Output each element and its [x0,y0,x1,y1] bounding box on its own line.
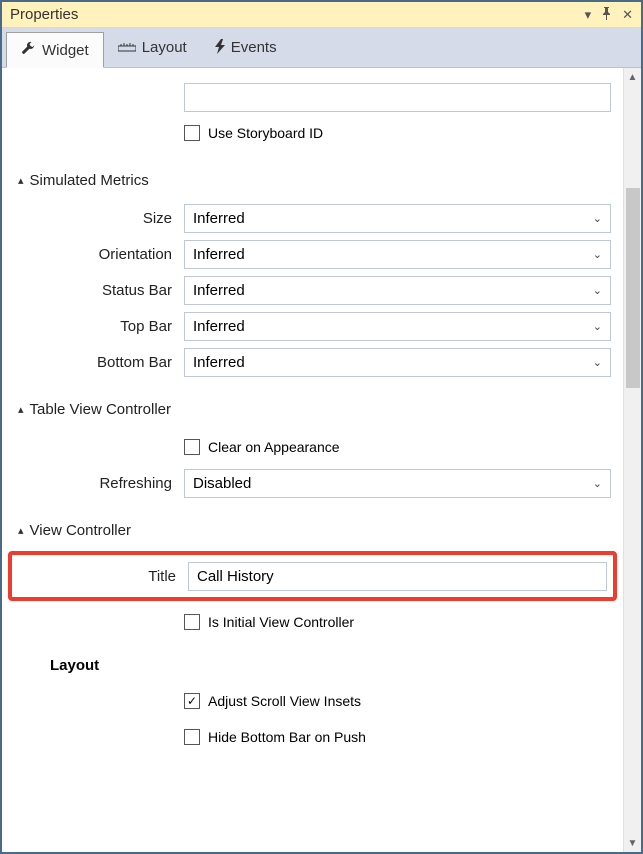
properties-panel: Properties ▾ ✕ Widget Layout Events [0,0,643,854]
row-title: Title [18,561,607,591]
size-label: Size [14,210,184,227]
checkbox-hide-bottom[interactable]: Hide Bottom Bar on Push [184,729,611,745]
topbar-label: Top Bar [14,318,184,335]
storyboard-id-label: Use Storyboard ID [208,125,323,141]
checkbox-adjust-scroll[interactable]: ✓ Adjust Scroll View Insets [184,693,611,709]
row-refreshing: Refreshing Disabled ⌄ [14,468,611,498]
row-size: Size Inferred ⌄ [14,203,611,233]
clear-appearance-label: Clear on Appearance [208,439,340,455]
refreshing-value: Disabled [193,475,251,492]
row-topbar: Top Bar Inferred ⌄ [14,311,611,341]
checkbox-icon [184,439,200,455]
chevron-down-icon: ⌄ [593,320,602,333]
checkbox-clear-appearance[interactable]: Clear on Appearance [184,439,611,455]
checkbox-icon [184,125,200,141]
ruler-icon [118,40,136,56]
panel-title: Properties [10,6,585,23]
row-initial-vc: Is Initial View Controller [14,607,611,637]
scroll-up-icon[interactable]: ▲ [624,68,641,86]
titlebar-buttons: ▾ ✕ [585,7,633,23]
checkbox-initial-vc[interactable]: Is Initial View Controller [184,614,611,630]
bottombar-label: Bottom Bar [14,354,184,371]
tab-layout[interactable]: Layout [104,28,201,67]
section-table-view-controller[interactable]: ▴ Table View Controller [14,383,611,426]
tab-events[interactable]: Events [201,28,291,67]
collapse-icon: ▴ [18,403,24,416]
refreshing-select[interactable]: Disabled ⌄ [184,469,611,498]
titlebar: Properties ▾ ✕ [2,2,641,28]
chevron-down-icon: ⌄ [593,212,602,225]
chevron-down-icon: ⌄ [593,284,602,297]
topbar-value: Inferred [193,318,245,335]
row-adjust-scroll: ✓ Adjust Scroll View Insets [14,686,611,716]
section-tvc-label: Table View Controller [30,401,171,418]
row-clear-appearance: Clear on Appearance [14,432,611,462]
statusbar-value: Inferred [193,282,245,299]
pin-icon[interactable] [601,7,612,23]
title-input[interactable] [188,562,607,591]
close-icon[interactable]: ✕ [622,7,633,23]
row-hide-bottom: Hide Bottom Bar on Push [14,722,611,752]
scroll-down-icon[interactable]: ▼ [624,834,641,852]
collapse-icon: ▴ [18,524,24,537]
chevron-down-icon: ⌄ [593,356,602,369]
section-simulated-metrics[interactable]: ▴ Simulated Metrics [14,154,611,197]
bottombar-value: Inferred [193,354,245,371]
section-view-controller[interactable]: ▴ View Controller [14,504,611,547]
chevron-down-icon: ⌄ [593,477,602,490]
adjust-scroll-label: Adjust Scroll View Insets [208,693,361,709]
row-orientation: Orientation Inferred ⌄ [14,239,611,269]
scroll-thumb[interactable] [626,188,640,388]
lightning-icon [215,39,225,57]
scrollbar[interactable]: ▲ ▼ [623,68,641,852]
row-storyboard-id: Use Storyboard ID [14,118,611,148]
section-vc-label: View Controller [30,522,131,539]
content-wrap: Use Storyboard ID ▴ Simulated Metrics Si… [2,68,641,852]
orientation-label: Orientation [14,246,184,263]
hide-bottom-label: Hide Bottom Bar on Push [208,729,366,745]
collapse-icon: ▴ [18,174,24,187]
tab-widget[interactable]: Widget [6,32,104,68]
content: Use Storyboard ID ▴ Simulated Metrics Si… [2,68,623,852]
tab-layout-label: Layout [142,39,187,56]
sub-header-layout: Layout [14,643,611,680]
row-bottombar: Bottom Bar Inferred ⌄ [14,347,611,377]
dropdown-icon[interactable]: ▾ [585,7,592,23]
wrench-icon [21,41,36,59]
highlight-title-row: Title [8,551,617,601]
title-label: Title [18,568,188,585]
bottombar-select[interactable]: Inferred ⌄ [184,348,611,377]
chevron-down-icon: ⌄ [593,248,602,261]
topbar-select[interactable]: Inferred ⌄ [184,312,611,341]
statusbar-label: Status Bar [14,282,184,299]
checkbox-icon [184,729,200,745]
tab-events-label: Events [231,39,277,56]
row-statusbar: Status Bar Inferred ⌄ [14,275,611,305]
tab-bar: Widget Layout Events [2,28,641,68]
refreshing-label: Refreshing [14,475,184,492]
row-blank-input [14,82,611,112]
statusbar-select[interactable]: Inferred ⌄ [184,276,611,305]
tab-widget-label: Widget [42,42,89,59]
blank-input[interactable] [184,83,611,112]
section-simulated-metrics-label: Simulated Metrics [30,172,149,189]
initial-vc-label: Is Initial View Controller [208,614,354,630]
size-select[interactable]: Inferred ⌄ [184,204,611,233]
checkbox-icon [184,614,200,630]
orientation-select[interactable]: Inferred ⌄ [184,240,611,269]
checkbox-icon-checked: ✓ [184,693,200,709]
size-value: Inferred [193,210,245,227]
checkbox-storyboard-id[interactable]: Use Storyboard ID [184,125,611,141]
orientation-value: Inferred [193,246,245,263]
